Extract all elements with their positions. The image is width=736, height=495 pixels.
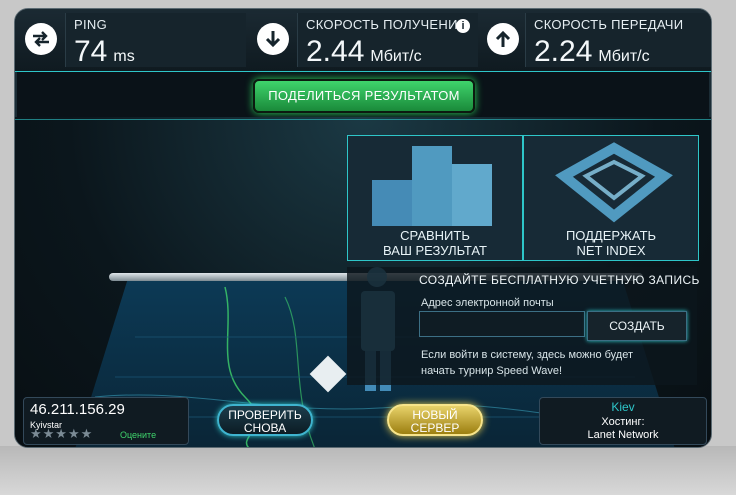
info-icon[interactable]: i — [456, 19, 470, 33]
net-index-logo-icon — [555, 142, 673, 223]
upload-value: 2.24 Мбит/с — [534, 35, 650, 69]
hosting-provider: Lanet Network — [587, 429, 659, 441]
support-label: ПОДДЕРЖАТЬ NET INDEX — [524, 228, 698, 258]
email-field[interactable] — [419, 311, 585, 337]
ip-address: 46.211.156.29 — [30, 401, 125, 418]
support-net-index-tile[interactable]: ПОДДЕРЖАТЬ NET INDEX — [523, 135, 699, 261]
bar-chart-icon — [372, 146, 492, 226]
upload-number: 2.24 — [534, 35, 593, 68]
upload-unit: Мбит/с — [598, 48, 650, 65]
ping-unit: ms — [113, 48, 135, 65]
create-account-button[interactable]: СОЗДАТЬ — [587, 311, 687, 341]
ping-number: 74 — [74, 35, 108, 68]
ping-stat: PING 74 ms — [15, 9, 246, 71]
download-label: СКОРОСТЬ ПОЛУЧЕНИЯ — [306, 17, 468, 32]
support-line2: NET INDEX — [576, 243, 646, 258]
signup-title: СОЗДАЙТЕ БЕСПЛАТНУЮ УЧЕТНУЮ ЗАПИСЬ — [419, 273, 700, 287]
ping-box: PING 74 ms — [65, 13, 246, 69]
signup-panel: СОЗДАЙТЕ БЕСПЛАТНУЮ УЧЕТНУЮ ЗАПИСЬ Адрес… — [347, 267, 700, 385]
download-icon — [257, 23, 289, 55]
share-result-button[interactable]: ПОДЕЛИТЬСЯ РЕЗУЛЬТАТОМ — [253, 79, 475, 113]
compare-line2: ВАШ РЕЗУЛЬТАТ — [383, 243, 487, 258]
ping-value: 74 ms — [74, 35, 135, 69]
download-stat: СКОРОСТЬ ПОЛУЧЕНИЯ i 2.44 Мбит/с — [247, 9, 478, 71]
signup-note: Если войти в систему, здесь можно будет … — [421, 349, 634, 377]
download-value: 2.44 Мбит/с — [306, 35, 422, 69]
new-server-button[interactable]: НОВЫЙ СЕРВЕР — [387, 404, 483, 436]
retest-button[interactable]: ПРОВЕРИТЬ СНОВА — [217, 404, 313, 436]
upload-icon — [487, 23, 519, 55]
upload-box: СКОРОСТЬ ПЕРЕДАЧИ 2.24 Мбит/с — [525, 13, 711, 69]
page-background-bar — [0, 446, 736, 495]
retest-line2: СНОВА — [243, 421, 287, 435]
rate-label[interactable]: Оцените — [120, 430, 156, 440]
ping-label: PING — [74, 17, 107, 32]
stats-bar: PING 74 ms СКОРОСТЬ ПОЛУЧЕНИЯ i 2.44 Мбит/… — [15, 9, 711, 72]
upload-label: СКОРОСТЬ ПЕРЕДАЧИ — [534, 17, 684, 32]
hosting-label: Хостинг: — [601, 416, 645, 428]
download-unit: Мбит/с — [370, 48, 422, 65]
compare-line1: СРАВНИТЬ — [400, 228, 470, 243]
ping-icon — [25, 23, 57, 55]
download-number: 2.44 — [306, 35, 365, 68]
support-line1: ПОДДЕРЖАТЬ — [565, 228, 657, 243]
compare-results-tile[interactable]: СРАВНИТЬ ВАШ РЕЗУЛЬТАТ — [347, 135, 523, 261]
server-city: Kiev — [611, 400, 635, 414]
server-info: Kiev Хостинг: Lanet Network — [539, 397, 707, 445]
newserver-line2: СЕРВЕР — [410, 421, 460, 435]
speedtest-widget: PING 74 ms СКОРОСТЬ ПОЛУЧЕНИЯ i 2.44 Мбит/… — [14, 8, 712, 448]
scene-divider — [15, 119, 711, 120]
download-box: СКОРОСТЬ ПОЛУЧЕНИЯ i 2.44 Мбит/с — [297, 13, 478, 69]
email-label: Адрес электронной почты — [421, 297, 554, 309]
compare-label: СРАВНИТЬ ВАШ РЕЗУЛЬТАТ — [348, 228, 522, 258]
upload-stat: СКОРОСТЬ ПЕРЕДАЧИ 2.24 Мбит/с — [479, 9, 711, 71]
rating-stars-icon[interactable]: ★★★★★ — [30, 426, 93, 442]
connection-info: 46.211.156.29 Kyivstar ★★★★★ Оцените — [23, 397, 189, 445]
